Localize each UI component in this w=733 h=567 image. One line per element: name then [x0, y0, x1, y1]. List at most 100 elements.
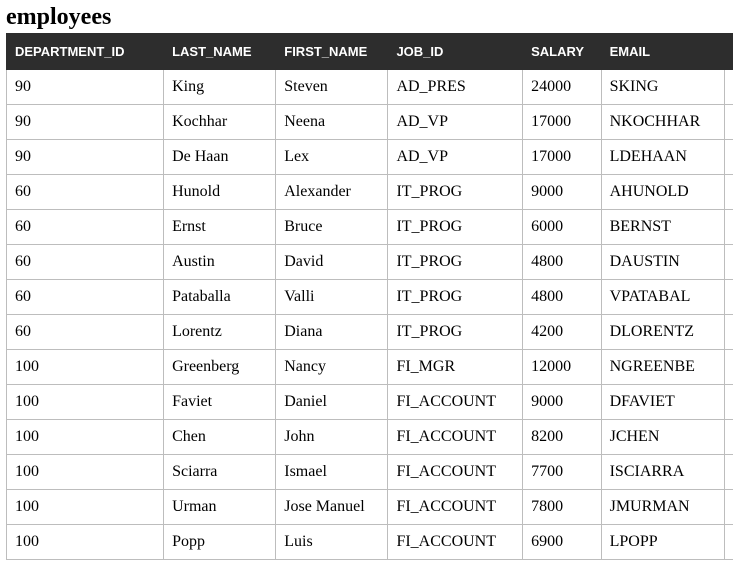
- cell-department_id[interactable]: 90: [7, 140, 164, 175]
- cell-salary[interactable]: 9000: [523, 385, 602, 420]
- table-row[interactable]: 90KingStevenAD_PRES24000SKING: [7, 70, 733, 105]
- col-header-job-id[interactable]: JOB_ID: [388, 34, 523, 70]
- table-row[interactable]: 60HunoldAlexanderIT_PROG9000AHUNOLD102: [7, 175, 733, 210]
- cell-email[interactable]: BERNST: [601, 210, 724, 245]
- cell-department_id[interactable]: 100: [7, 420, 164, 455]
- cell-department_id[interactable]: 90: [7, 105, 164, 140]
- table-row[interactable]: 100UrmanJose ManuelFI_ACCOUNT7800JMURMAN…: [7, 490, 733, 525]
- cell-manager_id[interactable]: 108: [725, 490, 733, 525]
- cell-salary[interactable]: 6000: [523, 210, 602, 245]
- cell-first_name[interactable]: Valli: [276, 280, 388, 315]
- cell-manager_id[interactable]: 102: [725, 175, 733, 210]
- cell-email[interactable]: NGREENBE: [601, 350, 724, 385]
- cell-last_name[interactable]: Kochhar: [164, 105, 276, 140]
- cell-email[interactable]: DAUSTIN: [601, 245, 724, 280]
- cell-department_id[interactable]: 90: [7, 70, 164, 105]
- cell-email[interactable]: LPOPP: [601, 525, 724, 560]
- cell-salary[interactable]: 9000: [523, 175, 602, 210]
- cell-salary[interactable]: 8200: [523, 420, 602, 455]
- cell-salary[interactable]: 17000: [523, 140, 602, 175]
- cell-last_name[interactable]: Greenberg: [164, 350, 276, 385]
- cell-first_name[interactable]: David: [276, 245, 388, 280]
- cell-first_name[interactable]: Daniel: [276, 385, 388, 420]
- cell-manager_id[interactable]: 108: [725, 385, 733, 420]
- cell-job_id[interactable]: IT_PROG: [388, 175, 523, 210]
- table-row[interactable]: 60PataballaValliIT_PROG4800VPATABAL103: [7, 280, 733, 315]
- table-row[interactable]: 100PoppLuisFI_ACCOUNT6900LPOPP108: [7, 525, 733, 560]
- cell-job_id[interactable]: AD_VP: [388, 140, 523, 175]
- cell-last_name[interactable]: Urman: [164, 490, 276, 525]
- cell-email[interactable]: AHUNOLD: [601, 175, 724, 210]
- cell-last_name[interactable]: Chen: [164, 420, 276, 455]
- cell-manager_id[interactable]: [725, 70, 733, 105]
- cell-last_name[interactable]: Hunold: [164, 175, 276, 210]
- cell-first_name[interactable]: Steven: [276, 70, 388, 105]
- cell-email[interactable]: LDEHAAN: [601, 140, 724, 175]
- cell-first_name[interactable]: Luis: [276, 525, 388, 560]
- cell-manager_id[interactable]: 100: [725, 105, 733, 140]
- cell-department_id[interactable]: 100: [7, 490, 164, 525]
- cell-salary[interactable]: 6900: [523, 525, 602, 560]
- cell-department_id[interactable]: 100: [7, 525, 164, 560]
- cell-first_name[interactable]: Lex: [276, 140, 388, 175]
- col-header-manager-id[interactable]: MANAGER_ID: [725, 34, 733, 70]
- cell-job_id[interactable]: IT_PROG: [388, 245, 523, 280]
- col-header-salary[interactable]: SALARY: [523, 34, 602, 70]
- cell-manager_id[interactable]: 103: [725, 210, 733, 245]
- cell-last_name[interactable]: Austin: [164, 245, 276, 280]
- col-header-department-id[interactable]: DEPARTMENT_ID: [7, 34, 164, 70]
- cell-department_id[interactable]: 60: [7, 245, 164, 280]
- cell-job_id[interactable]: IT_PROG: [388, 210, 523, 245]
- cell-job_id[interactable]: FI_ACCOUNT: [388, 525, 523, 560]
- cell-last_name[interactable]: Popp: [164, 525, 276, 560]
- cell-last_name[interactable]: Sciarra: [164, 455, 276, 490]
- col-header-email[interactable]: EMAIL: [601, 34, 724, 70]
- cell-email[interactable]: JMURMAN: [601, 490, 724, 525]
- cell-department_id[interactable]: 60: [7, 210, 164, 245]
- cell-manager_id[interactable]: 108: [725, 525, 733, 560]
- cell-last_name[interactable]: Lorentz: [164, 315, 276, 350]
- cell-department_id[interactable]: 100: [7, 350, 164, 385]
- cell-first_name[interactable]: Alexander: [276, 175, 388, 210]
- col-header-first-name[interactable]: FIRST_NAME: [276, 34, 388, 70]
- scroll-viewport[interactable]: employees DEPARTMENT_ID LAST_NAME FIRST_…: [0, 0, 733, 567]
- cell-manager_id[interactable]: 101: [725, 350, 733, 385]
- cell-email[interactable]: SKING: [601, 70, 724, 105]
- cell-salary[interactable]: 4800: [523, 245, 602, 280]
- cell-job_id[interactable]: FI_ACCOUNT: [388, 420, 523, 455]
- cell-salary[interactable]: 7700: [523, 455, 602, 490]
- cell-salary[interactable]: 24000: [523, 70, 602, 105]
- cell-email[interactable]: ISCIARRA: [601, 455, 724, 490]
- table-row[interactable]: 100ChenJohnFI_ACCOUNT8200JCHEN108: [7, 420, 733, 455]
- cell-department_id[interactable]: 60: [7, 175, 164, 210]
- cell-salary[interactable]: 4800: [523, 280, 602, 315]
- cell-job_id[interactable]: AD_PRES: [388, 70, 523, 105]
- table-row[interactable]: 90De HaanLexAD_VP17000LDEHAAN100: [7, 140, 733, 175]
- table-row[interactable]: 90KochharNeenaAD_VP17000NKOCHHAR100: [7, 105, 733, 140]
- cell-last_name[interactable]: Faviet: [164, 385, 276, 420]
- cell-manager_id[interactable]: 103: [725, 315, 733, 350]
- cell-department_id[interactable]: 100: [7, 385, 164, 420]
- cell-first_name[interactable]: Nancy: [276, 350, 388, 385]
- cell-manager_id[interactable]: 100: [725, 140, 733, 175]
- cell-salary[interactable]: 12000: [523, 350, 602, 385]
- table-row[interactable]: 60LorentzDianaIT_PROG4200DLORENTZ103: [7, 315, 733, 350]
- cell-manager_id[interactable]: 103: [725, 280, 733, 315]
- table-row[interactable]: 60ErnstBruceIT_PROG6000BERNST103: [7, 210, 733, 245]
- cell-last_name[interactable]: De Haan: [164, 140, 276, 175]
- cell-manager_id[interactable]: 103: [725, 245, 733, 280]
- cell-last_name[interactable]: Ernst: [164, 210, 276, 245]
- cell-job_id[interactable]: IT_PROG: [388, 315, 523, 350]
- cell-email[interactable]: NKOCHHAR: [601, 105, 724, 140]
- cell-department_id[interactable]: 60: [7, 315, 164, 350]
- cell-salary[interactable]: 4200: [523, 315, 602, 350]
- cell-job_id[interactable]: IT_PROG: [388, 280, 523, 315]
- cell-email[interactable]: VPATABAL: [601, 280, 724, 315]
- cell-email[interactable]: DLORENTZ: [601, 315, 724, 350]
- table-row[interactable]: 100FavietDanielFI_ACCOUNT9000DFAVIET108: [7, 385, 733, 420]
- cell-department_id[interactable]: 60: [7, 280, 164, 315]
- cell-first_name[interactable]: Ismael: [276, 455, 388, 490]
- table-row[interactable]: 100SciarraIsmaelFI_ACCOUNT7700ISCIARRA10…: [7, 455, 733, 490]
- cell-first_name[interactable]: John: [276, 420, 388, 455]
- cell-job_id[interactable]: FI_ACCOUNT: [388, 455, 523, 490]
